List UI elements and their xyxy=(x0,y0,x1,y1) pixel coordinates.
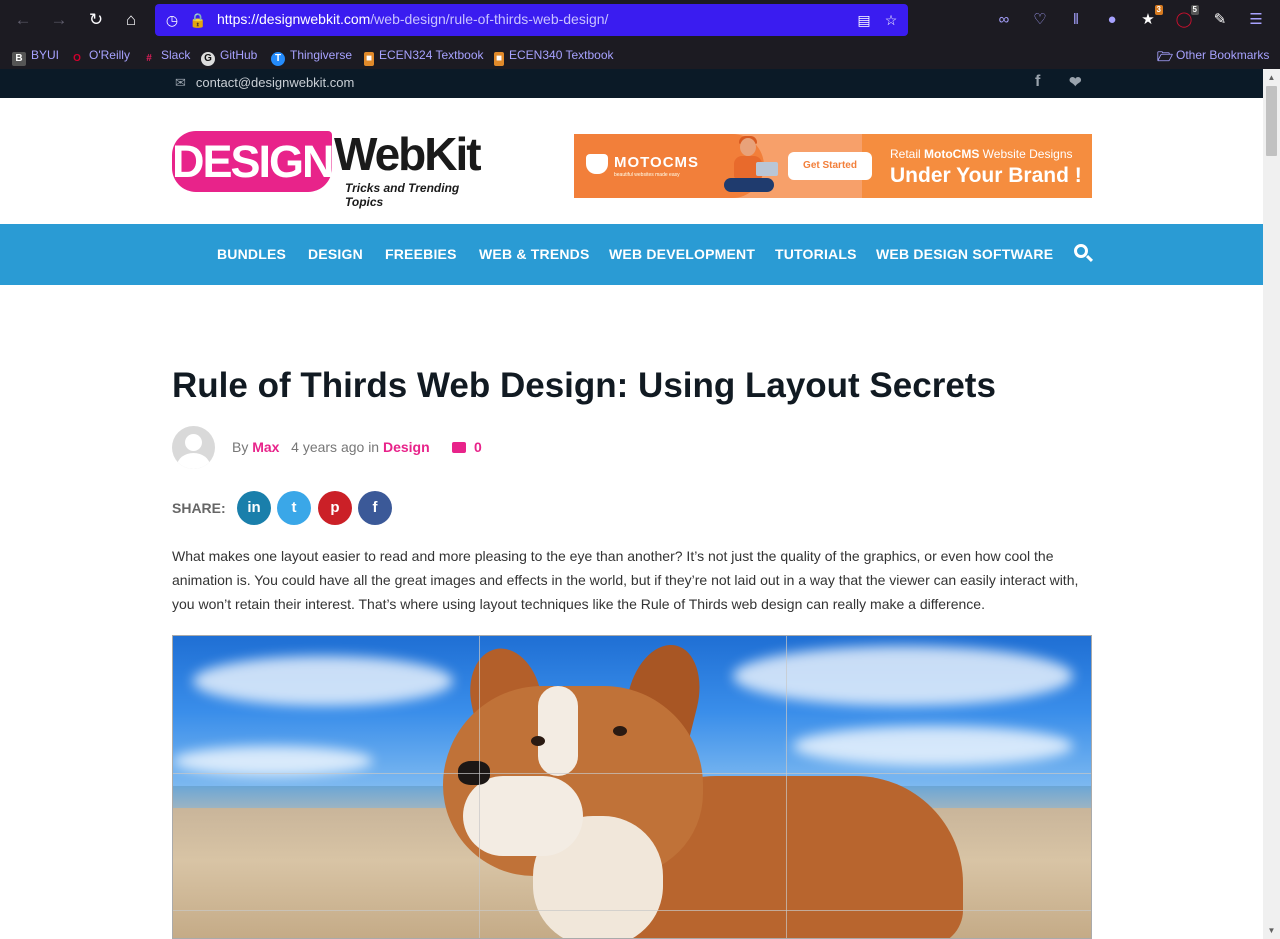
ad-brand: MOTOCMS xyxy=(614,154,700,171)
envelope-icon: ✉ xyxy=(175,75,186,90)
logo-design-text: DESIGN xyxy=(172,131,335,192)
main-nav: BUNDLES DESIGN FREEBIES WEB & TRENDS WEB… xyxy=(0,224,1263,285)
url-bar[interactable]: ◷ 🔒 https://designwebkit.com/web-design/… xyxy=(155,4,908,36)
bookmark-byui[interactable]: B BYUI xyxy=(12,46,59,66)
url-text[interactable]: https://designwebkit.com/web-design/rule… xyxy=(217,11,608,27)
article-meta: By Max 4 years ago in Design 0 xyxy=(172,426,672,470)
motocms-logo-icon xyxy=(586,154,608,174)
back-icon[interactable]: ← xyxy=(11,8,35,32)
corgi-illustration xyxy=(443,637,963,938)
byui-icon: B xyxy=(12,52,26,66)
forward-icon[interactable]: → xyxy=(47,8,71,32)
share-label: SHARE: xyxy=(172,500,226,516)
ublock-icon[interactable]: ◯ 5 xyxy=(1173,5,1199,31)
contact-email[interactable]: ✉ contact@designwebkit.com xyxy=(175,75,354,91)
article-title: Rule of Thirds Web Design: Using Layout … xyxy=(172,366,996,405)
article-intro: What makes one layout easier to read and… xyxy=(172,548,1079,612)
twitter-share-icon[interactable]: t xyxy=(277,491,311,525)
folder-icon: 🗁 xyxy=(1157,49,1174,64)
bookmark-slack[interactable]: # Slack xyxy=(142,46,190,64)
meta-text: By Max 4 years ago in Design xyxy=(232,439,430,455)
browser-toolbar: ← → ↻ ⌂ ◷ 🔒 https://designwebkit.com/web… xyxy=(0,0,1280,40)
nav-freebies[interactable]: FREEBIES xyxy=(385,246,457,262)
book-icon: ■ xyxy=(494,52,504,66)
author-avatar[interactable] xyxy=(172,426,215,469)
slack-icon: # xyxy=(146,53,152,64)
site-logo[interactable]: DESIGN WebKit Tricks and Trending Topics xyxy=(172,128,497,209)
ad-get-started-button[interactable]: Get Started xyxy=(788,152,872,180)
menu-icon[interactable]: ☰ xyxy=(1245,9,1267,31)
reload-icon[interactable]: ↻ xyxy=(84,8,108,32)
bookmark-oreilly[interactable]: O O'Reilly xyxy=(70,46,130,64)
site-topbar: ✉ contact@designwebkit.com f ❤ xyxy=(0,69,1263,98)
scroll-down-icon[interactable]: ▼ xyxy=(1263,922,1280,939)
notes-icon[interactable]: ✎ xyxy=(1209,9,1231,31)
oreilly-icon: O xyxy=(73,53,81,64)
facebook-icon[interactable]: f xyxy=(1035,73,1040,91)
github-icon: G xyxy=(201,52,215,66)
bookmark-thingiverse[interactable]: T Thingiverse xyxy=(271,46,352,66)
account-icon[interactable]: ● xyxy=(1101,9,1123,31)
pocket-icon[interactable]: ♡ xyxy=(1029,9,1051,31)
scroll-up-icon[interactable]: ▲ xyxy=(1263,69,1280,86)
linkedin-share-icon[interactable]: in xyxy=(237,491,271,525)
category-link[interactable]: Design xyxy=(383,439,430,455)
bookmark-star-icon[interactable]: ☆ xyxy=(882,11,900,29)
nav-bundles[interactable]: BUNDLES xyxy=(217,246,286,262)
nav-design[interactable]: DESIGN xyxy=(308,246,363,262)
mask-icon[interactable]: ∞ xyxy=(993,9,1015,31)
facebook-share-icon[interactable]: f xyxy=(358,491,392,525)
post-time: 4 years ago in xyxy=(291,439,380,455)
thirds-gridline xyxy=(173,910,1091,911)
page-scrollbar[interactable]: ▲ ▼ xyxy=(1263,69,1280,939)
site-header: DESIGN WebKit Tricks and Trending Topics… xyxy=(0,98,1263,224)
other-bookmarks[interactable]: 🗁 Other Bookmarks xyxy=(1157,46,1269,64)
bookmark-github[interactable]: G GitHub xyxy=(201,46,257,66)
thirds-gridline xyxy=(479,636,480,938)
comment-icon xyxy=(452,442,466,453)
scroll-thumb[interactable] xyxy=(1266,86,1277,156)
author-link[interactable]: Max xyxy=(252,439,279,455)
thirds-gridline xyxy=(786,636,787,938)
comments-link[interactable]: 0 xyxy=(452,439,482,455)
extension-icon[interactable]: ★ 3 xyxy=(1137,5,1163,31)
ad-right-panel: Retail MotoCMS Website Designs Under You… xyxy=(862,134,1092,198)
hero-image xyxy=(172,635,1092,939)
ad-banner[interactable]: MOTOCMS beautiful websites made easy Ret… xyxy=(574,134,1092,198)
pinterest-share-icon[interactable]: p xyxy=(318,491,352,525)
nav-web-trends[interactable]: WEB & TRENDS xyxy=(479,246,590,262)
nav-tutorials[interactable]: TUTORIALS xyxy=(775,246,857,262)
bookmarks-bar: B BYUI O O'Reilly # Slack G GitHub T Thingive… xyxy=(0,40,1280,69)
lock-icon[interactable]: 🔒 xyxy=(189,11,207,29)
ad-line1: Retail MotoCMS Website Designs xyxy=(890,147,1073,161)
thirds-gridline xyxy=(173,773,1091,774)
bookmark-ecen324[interactable]: ■ ECEN324 Textbook xyxy=(364,46,484,66)
thingiverse-icon: T xyxy=(271,52,285,66)
book-icon: ■ xyxy=(364,52,374,66)
nav-web-design-software[interactable]: WEB DESIGN SOFTWARE xyxy=(876,246,1053,262)
library-icon[interactable]: ‖ xyxy=(1065,9,1087,31)
page-content: ✉ contact@designwebkit.com f ❤ DESIGN Web… xyxy=(0,69,1263,939)
bookmark-ecen340[interactable]: ■ ECEN340 Textbook xyxy=(494,46,614,66)
by-label: By xyxy=(232,439,249,455)
shield-icon[interactable]: ◷ xyxy=(163,11,181,29)
logo-tagline: Tricks and Trending Topics xyxy=(345,181,460,209)
nav-web-development[interactable]: WEB DEVELOPMENT xyxy=(609,246,755,262)
home-icon[interactable]: ⌂ xyxy=(119,8,143,32)
reader-view-icon[interactable]: ▤ xyxy=(855,11,873,29)
ad-brand-sub: beautiful websites made easy xyxy=(614,172,680,178)
comment-count: 0 xyxy=(474,439,482,455)
ad-line2: Under Your Brand ! xyxy=(890,164,1082,187)
logo-webkit-text: WebKit xyxy=(334,128,482,180)
twitter-icon[interactable]: ❤ xyxy=(1069,73,1082,91)
search-icon[interactable] xyxy=(1074,244,1094,264)
ad-illustration xyxy=(722,136,782,194)
